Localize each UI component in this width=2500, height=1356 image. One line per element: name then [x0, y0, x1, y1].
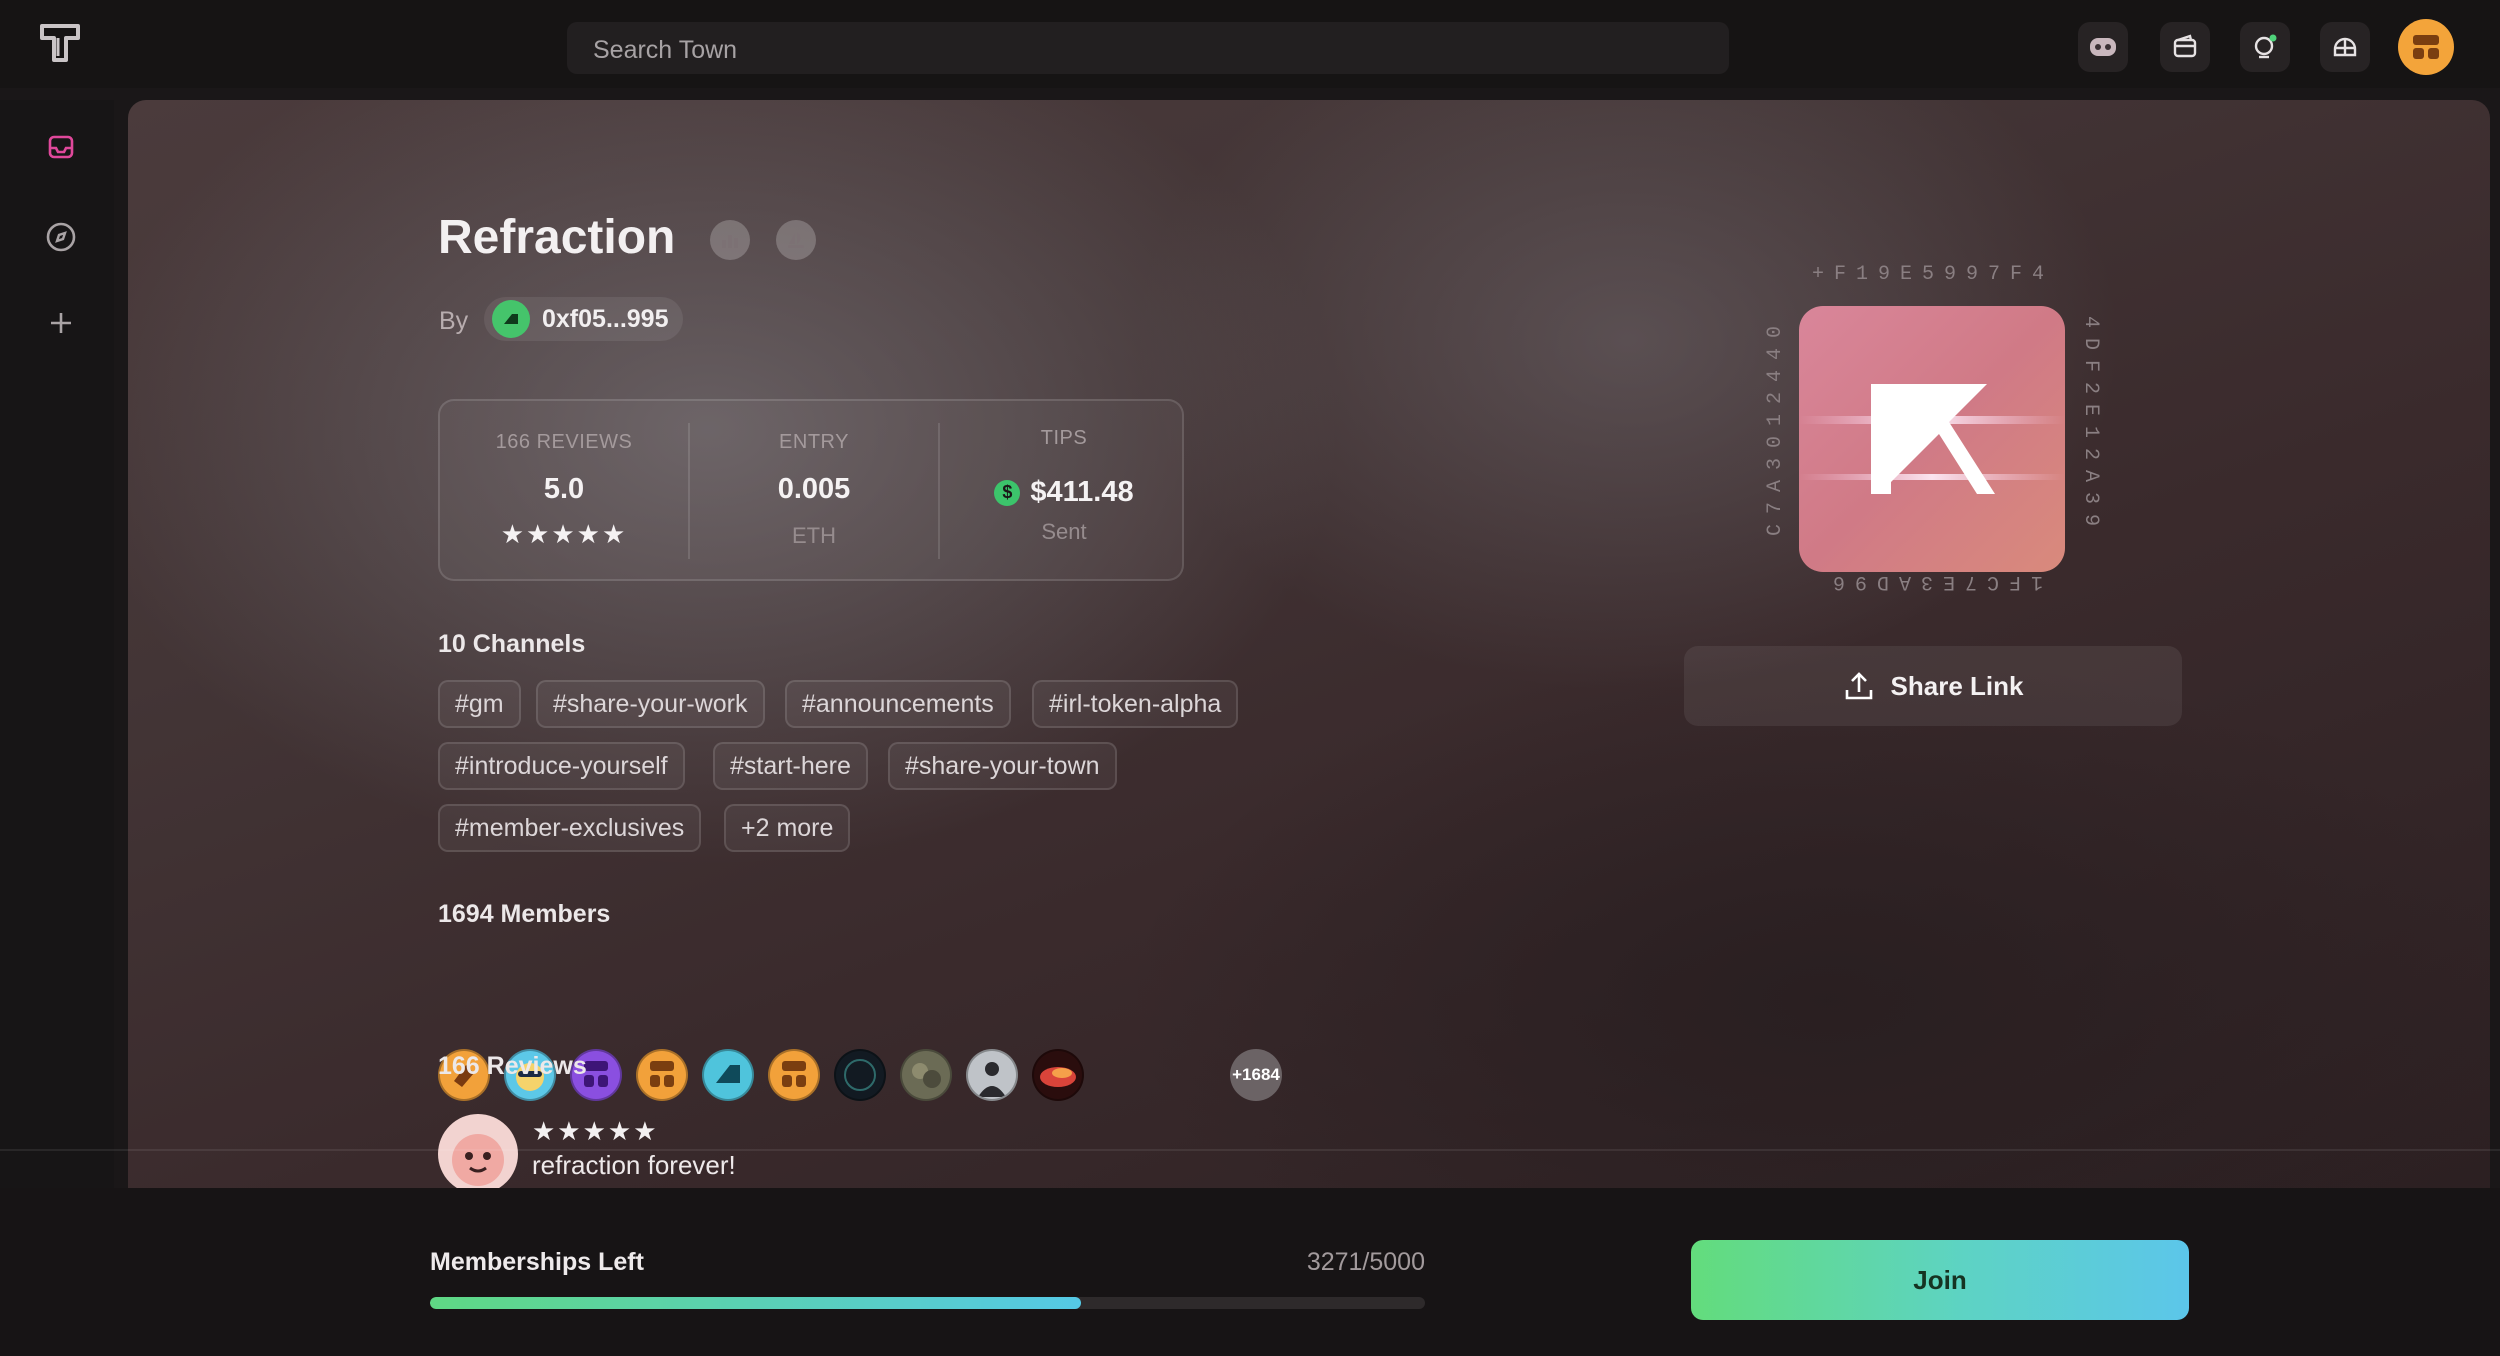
notification-icon[interactable]	[2240, 22, 2290, 72]
member-avatar[interactable]	[834, 1049, 886, 1101]
member-avatar[interactable]	[900, 1049, 952, 1101]
reviewer-avatar[interactable]	[438, 1114, 518, 1188]
bot-icon[interactable]	[2078, 22, 2128, 72]
member-avatar[interactable]	[768, 1049, 820, 1101]
rating-stars: ★★★★★	[500, 519, 628, 549]
inbox-icon[interactable]	[34, 120, 88, 174]
channel-tag[interactable]: #start-here	[713, 742, 868, 790]
memberships-left-label: Memberships Left	[430, 1248, 644, 1276]
channel-tag[interactable]: #member-exclusives	[438, 804, 702, 852]
memberships-count: 3271/5000	[1306, 1248, 1425, 1276]
memberships-progress-fill	[430, 1297, 1081, 1309]
wallet-icon[interactable]	[2160, 22, 2210, 72]
dollar-coin-icon: $	[994, 479, 1021, 506]
opensea-icon[interactable]	[776, 220, 816, 260]
channels-heading: 10 Channels	[438, 630, 586, 658]
svg-text:4DF2E12A39: 4DF2E12A39	[2079, 316, 2102, 536]
towns-logo-icon[interactable]	[38, 22, 84, 66]
members-heading: 1694 Members	[438, 900, 611, 928]
reviews-stat: 166 REVIEWS 5.0 ★★★★★	[440, 401, 688, 581]
town-image	[1799, 306, 2065, 572]
channel-tag[interactable]: #share-your-work	[536, 680, 765, 728]
channel-tag[interactable]: #gm	[438, 680, 521, 728]
tips-value: $411.48	[1030, 476, 1134, 508]
explore-icon[interactable]	[34, 210, 88, 264]
channel-tag[interactable]: #announcements	[785, 680, 1011, 728]
owner-avatar	[492, 300, 530, 338]
entry-unit: ETH	[792, 523, 836, 548]
sidebar	[0, 100, 114, 1356]
owner-address: 0xf05...995	[542, 304, 669, 333]
reviews-heading: 166 Reviews	[438, 1052, 587, 1080]
memberships-progress	[430, 1297, 1425, 1309]
channel-tag[interactable]: #irl-token-alpha	[1032, 680, 1239, 728]
upload-icon	[1845, 672, 1872, 700]
helmet-icon[interactable]	[2320, 22, 2370, 72]
channel-tag[interactable]: #introduce-yourself	[438, 742, 685, 790]
town-title: Refraction	[438, 211, 676, 264]
join-button[interactable]: Join	[1691, 1240, 2189, 1320]
tips-label: TIPS	[1040, 427, 1088, 449]
town-detail-panel: Refraction By 0xf05...995 166 REVIEWS 5.…	[128, 100, 2490, 1188]
stats-card: 166 REVIEWS 5.0 ★★★★★ ENTRY 0.005 ETH TI…	[438, 399, 1184, 581]
reviews-label: 166 REVIEWS	[495, 431, 633, 453]
member-avatar[interactable]	[966, 1049, 1018, 1101]
review-text: refraction forever!	[532, 1150, 736, 1180]
user-avatar[interactable]	[2398, 19, 2454, 75]
svg-text:1FC7E3AD96: 1FC7E3AD96	[1823, 570, 2043, 593]
divider	[0, 1149, 2500, 1151]
entry-value: 0.005	[777, 473, 851, 505]
top-bar: Search Town	[0, 0, 2500, 88]
share-link-button[interactable]: Share Link	[1684, 646, 2182, 726]
tips-sub: Sent	[1041, 519, 1087, 544]
add-icon[interactable]	[34, 296, 88, 350]
svg-text:C7A3012440: C7A3012440	[1764, 316, 1787, 536]
share-link-label: Share Link	[1890, 670, 2024, 701]
search-input[interactable]: Search Town	[567, 22, 1729, 74]
chart-icon[interactable]	[710, 220, 750, 260]
rating-value: 5.0	[543, 473, 585, 505]
member-avatar[interactable]	[1032, 1049, 1084, 1101]
entry-stat: ENTRY 0.005 ETH	[690, 401, 938, 581]
tips-stat: TIPS $ $411.48 Sent	[940, 401, 1188, 581]
join-label: Join	[1913, 1264, 1967, 1295]
member-avatar[interactable]	[702, 1049, 754, 1101]
owner-chip[interactable]: 0xf05...995	[484, 297, 683, 341]
tips-row: $ $411.48	[940, 473, 1188, 509]
by-label: By	[439, 307, 469, 335]
more-members-badge[interactable]: +1684	[1230, 1049, 1282, 1101]
member-avatar[interactable]	[636, 1049, 688, 1101]
entry-label: ENTRY	[779, 431, 849, 453]
search-placeholder: Search Town	[593, 36, 738, 64]
review-stars: ★★★★★	[532, 1116, 659, 1146]
more-channels-tag[interactable]: +2 more	[724, 804, 851, 852]
channel-tag[interactable]: #share-your-town	[888, 742, 1117, 790]
ring-text: +F19E5997F4	[1812, 263, 2054, 286]
